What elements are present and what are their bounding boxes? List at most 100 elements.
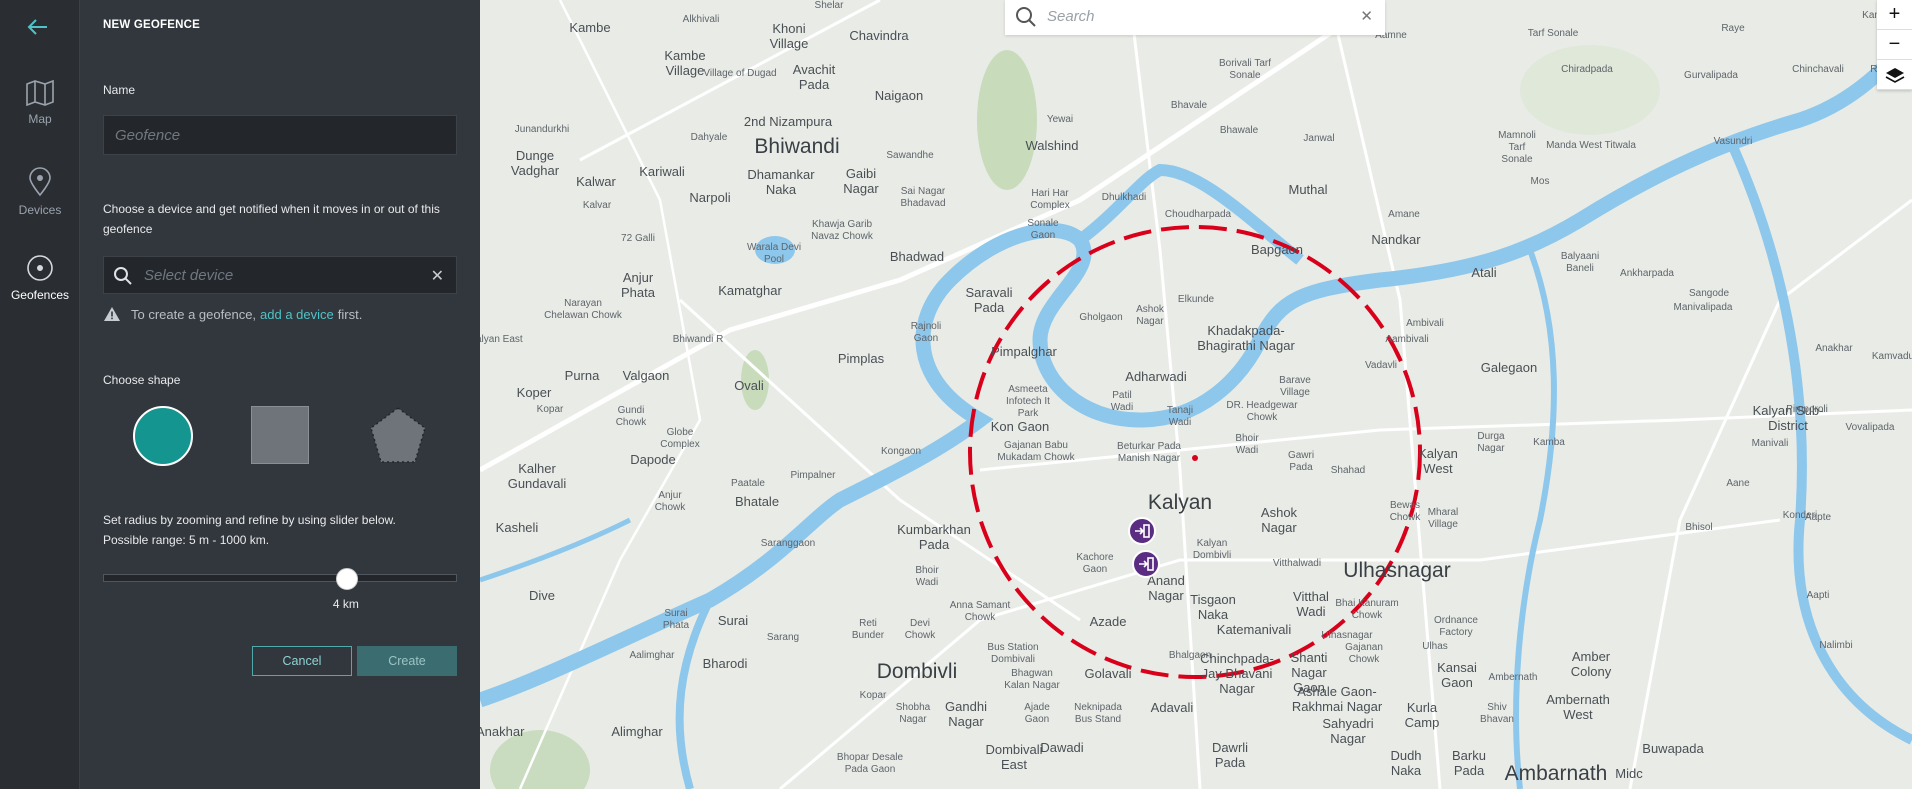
place-label: Kalwar: [576, 174, 616, 189]
place-label: Village of Dugad: [703, 68, 777, 79]
place-label: Sahyadri Nagar: [1322, 716, 1374, 746]
place-label: Kambe: [569, 20, 611, 35]
place-label: Khoni Village: [769, 21, 809, 51]
back-button[interactable]: [22, 12, 52, 42]
device-marker[interactable]: [1128, 517, 1156, 545]
place-label: Sawandhe: [886, 150, 934, 161]
zoom-in-button[interactable]: +: [1877, 0, 1912, 30]
name-label: Name: [103, 83, 136, 97]
place-label: Midc: [1615, 766, 1643, 781]
device-select[interactable]: Select device ✕: [103, 256, 457, 294]
place-label: Sai Nagar Bhadavad: [900, 186, 946, 209]
place-label: Gawri Pada: [1287, 450, 1315, 473]
radius-value: 4 km: [332, 597, 359, 611]
place-label: Kalyan West: [1418, 446, 1458, 476]
device-marker[interactable]: [1132, 550, 1160, 578]
radius-instructions: Set radius by zooming and refine by usin…: [103, 510, 396, 550]
place-label: Buwapada: [1642, 741, 1704, 756]
place-label: Bhoir Wadi: [915, 565, 939, 588]
place-label: Saravali Pada: [965, 285, 1013, 315]
place-label: Manivali: [1751, 438, 1789, 449]
place-label: Kalher Gundavali: [507, 461, 567, 491]
pentagon-icon: [370, 407, 426, 463]
place-label: Anjur Chowk: [654, 490, 686, 513]
zoom-out-button[interactable]: −: [1877, 30, 1912, 60]
circle-shape-button[interactable]: [133, 406, 193, 466]
cancel-button[interactable]: Cancel: [252, 646, 352, 676]
place-label: Janwal: [1303, 133, 1335, 144]
nav-item-devices[interactable]: Devices: [0, 167, 80, 217]
place-label: Ambivali: [1406, 318, 1444, 329]
place-label: Alimghar: [611, 724, 663, 739]
place-label: Katemanivali: [1216, 622, 1292, 637]
place-label: Bhagwan Kalan Nagar: [1004, 668, 1060, 691]
place-label: Mos: [1530, 176, 1550, 187]
shape-label: Choose shape: [103, 373, 181, 387]
close-icon[interactable]: ✕: [1360, 7, 1373, 25]
place-label: Kansai Gaon: [1437, 660, 1477, 690]
place-label: Dive: [528, 588, 556, 603]
place-label: Dawrli Pada: [1211, 740, 1249, 770]
place-label: Patil Wadi: [1110, 390, 1134, 413]
nav-rail: Map Devices Geofences: [0, 0, 80, 789]
place-label: Avachit Pada: [792, 62, 836, 92]
place-label: Dahyale: [690, 132, 728, 143]
place-label: Ajade Gaon: [1024, 702, 1050, 725]
polygon-shape-button[interactable]: [368, 406, 428, 466]
place-label: Walshind: [1025, 138, 1079, 153]
radius-slider[interactable]: [103, 568, 457, 590]
device-placeholder: Select device: [144, 267, 234, 284]
create-button[interactable]: Create: [357, 646, 457, 676]
slider-handle[interactable]: [335, 568, 358, 590]
place-label: Atali: [1471, 265, 1497, 280]
place-label: Bhiwandi R: [672, 334, 724, 345]
place-label: Valgaon: [622, 368, 670, 383]
search-icon: [1016, 7, 1036, 27]
layers-button[interactable]: [1877, 60, 1912, 90]
place-label: Rajnoli Gaon: [910, 321, 942, 344]
place-label: Gajanan Chowk: [1345, 642, 1383, 665]
place-label: Ordnance Factory: [1434, 615, 1478, 638]
place-label: Borivali Tarf Sonale: [1218, 58, 1272, 81]
place-label: Anakhar: [1815, 343, 1853, 354]
place-label: Nandkar: [1371, 232, 1421, 247]
layers-icon: [1885, 67, 1904, 83]
place-label: Aambivali: [1385, 334, 1429, 345]
place-label: Nalimbi: [1819, 640, 1853, 651]
place-label: Bharodi: [702, 656, 748, 671]
place-label: Chinchavali: [1792, 64, 1844, 75]
place-label: Yewai: [1046, 114, 1074, 125]
nav-item-geofences[interactable]: Geofences: [0, 254, 80, 302]
zoom-controls: + −: [1877, 0, 1912, 90]
place-label: Surai: [717, 613, 749, 628]
place-label: Bhisol: [1685, 522, 1713, 533]
map-search[interactable]: Search ✕: [1005, 0, 1385, 35]
nav-item-label: Geofences: [10, 288, 70, 302]
place-label: Gajanan Babu Mukadam Chowk: [997, 440, 1075, 463]
place-label: Gaibi Nagar: [843, 166, 879, 196]
map-view[interactable]: Shelar Kambe Alkhivali Khoni Village Cha…: [480, 0, 1912, 789]
place-label: Amber Colony: [1570, 649, 1612, 679]
name-field-wrapper: [103, 115, 457, 155]
place-label: Alkhivali: [682, 14, 720, 25]
place-label: Dapode: [630, 452, 676, 467]
place-label: Asmeeta Infotech It Park: [1006, 384, 1050, 419]
place-label: Narayan Chelawan Chowk: [544, 298, 622, 321]
place-label: Dhamankar Naka: [747, 167, 815, 197]
place-label: Junandurkhi: [514, 124, 570, 135]
place-label: Ulhasnagar: [1343, 559, 1451, 582]
name-field[interactable]: [104, 116, 456, 154]
place-label: Barku Pada: [1452, 748, 1486, 778]
place-label: Manda West Titwala: [1546, 140, 1636, 151]
place-label: Hari Har Complex: [1030, 188, 1070, 211]
place-label: Sarang: [766, 632, 800, 643]
nav-item-map[interactable]: Map: [0, 80, 80, 126]
clear-icon[interactable]: ✕: [431, 266, 444, 286]
place-label: Khawja Garib Navaz Chowk: [811, 219, 873, 242]
place-label: Barave Village: [1279, 375, 1311, 398]
add-device-link[interactable]: add a device: [260, 307, 334, 322]
rectangle-shape-button[interactable]: [251, 406, 309, 464]
device-description: Choose a device and get notified when it…: [103, 202, 440, 236]
place-label: Kalyan East: [480, 334, 523, 345]
place-label: Kasheli: [495, 520, 539, 535]
